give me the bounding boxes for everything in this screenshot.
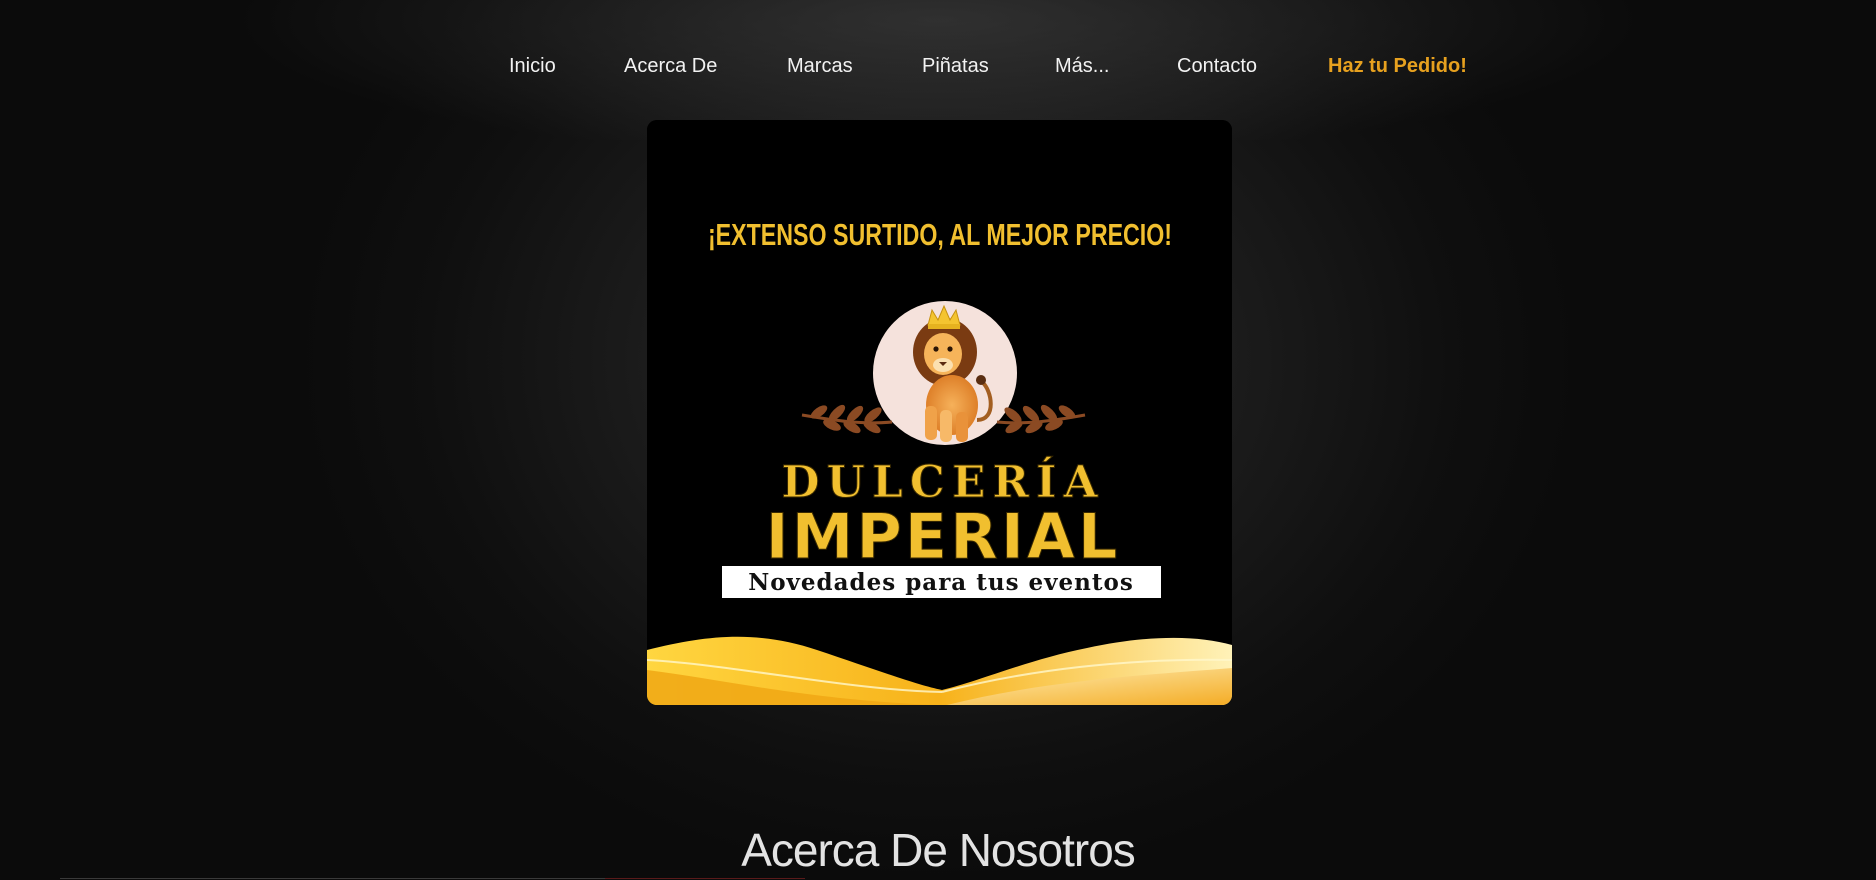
- about-section-title: Acerca De Nosotros: [741, 824, 1136, 876]
- crowned-lion-icon: [873, 301, 1017, 445]
- nav-link-pinatas[interactable]: Piñatas: [922, 44, 989, 88]
- hero-banner-graphic: ¡EXTENSO SURTIDO, AL MEJOR PRECIO! DULCE…: [647, 120, 1232, 705]
- nav-link-inicio[interactable]: Inicio: [509, 44, 556, 88]
- main-nav: Inicio Acerca De Marcas Piñatas Más... C…: [0, 44, 1876, 88]
- nav-link-acerca-de[interactable]: Acerca De: [624, 44, 717, 88]
- footer-divider-accent: [605, 878, 805, 879]
- hero-banner: ¡EXTENSO SURTIDO, AL MEJOR PRECIO! DULCE…: [647, 120, 1232, 705]
- footer-divider: [60, 878, 605, 879]
- nav-link-contacto[interactable]: Contacto: [1177, 44, 1257, 88]
- hero-subtitle: Novedades para tus eventos: [748, 569, 1134, 596]
- order-cta-link[interactable]: Haz tu Pedido!: [1328, 44, 1467, 88]
- hero-tagline: ¡EXTENSO SURTIDO, AL MEJOR PRECIO!: [708, 218, 1172, 252]
- nav-link-marcas[interactable]: Marcas: [787, 44, 853, 88]
- nav-link-mas[interactable]: Más...: [1055, 44, 1109, 88]
- brand-name-line2: IMPERIAL: [766, 500, 1121, 573]
